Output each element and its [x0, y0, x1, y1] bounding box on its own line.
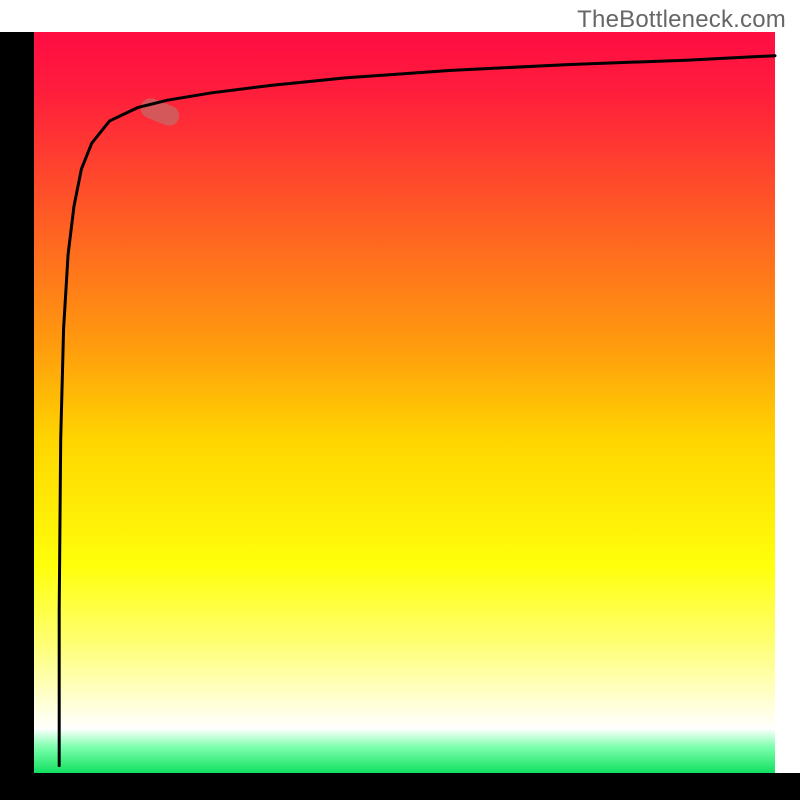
plot-background [34, 32, 775, 773]
axis-left [0, 32, 34, 800]
axis-bottom [0, 773, 800, 800]
bottleneck-chart [0, 0, 800, 800]
chart-container: TheBottleneck.com [0, 0, 800, 800]
attribution-label: TheBottleneck.com [577, 6, 786, 34]
